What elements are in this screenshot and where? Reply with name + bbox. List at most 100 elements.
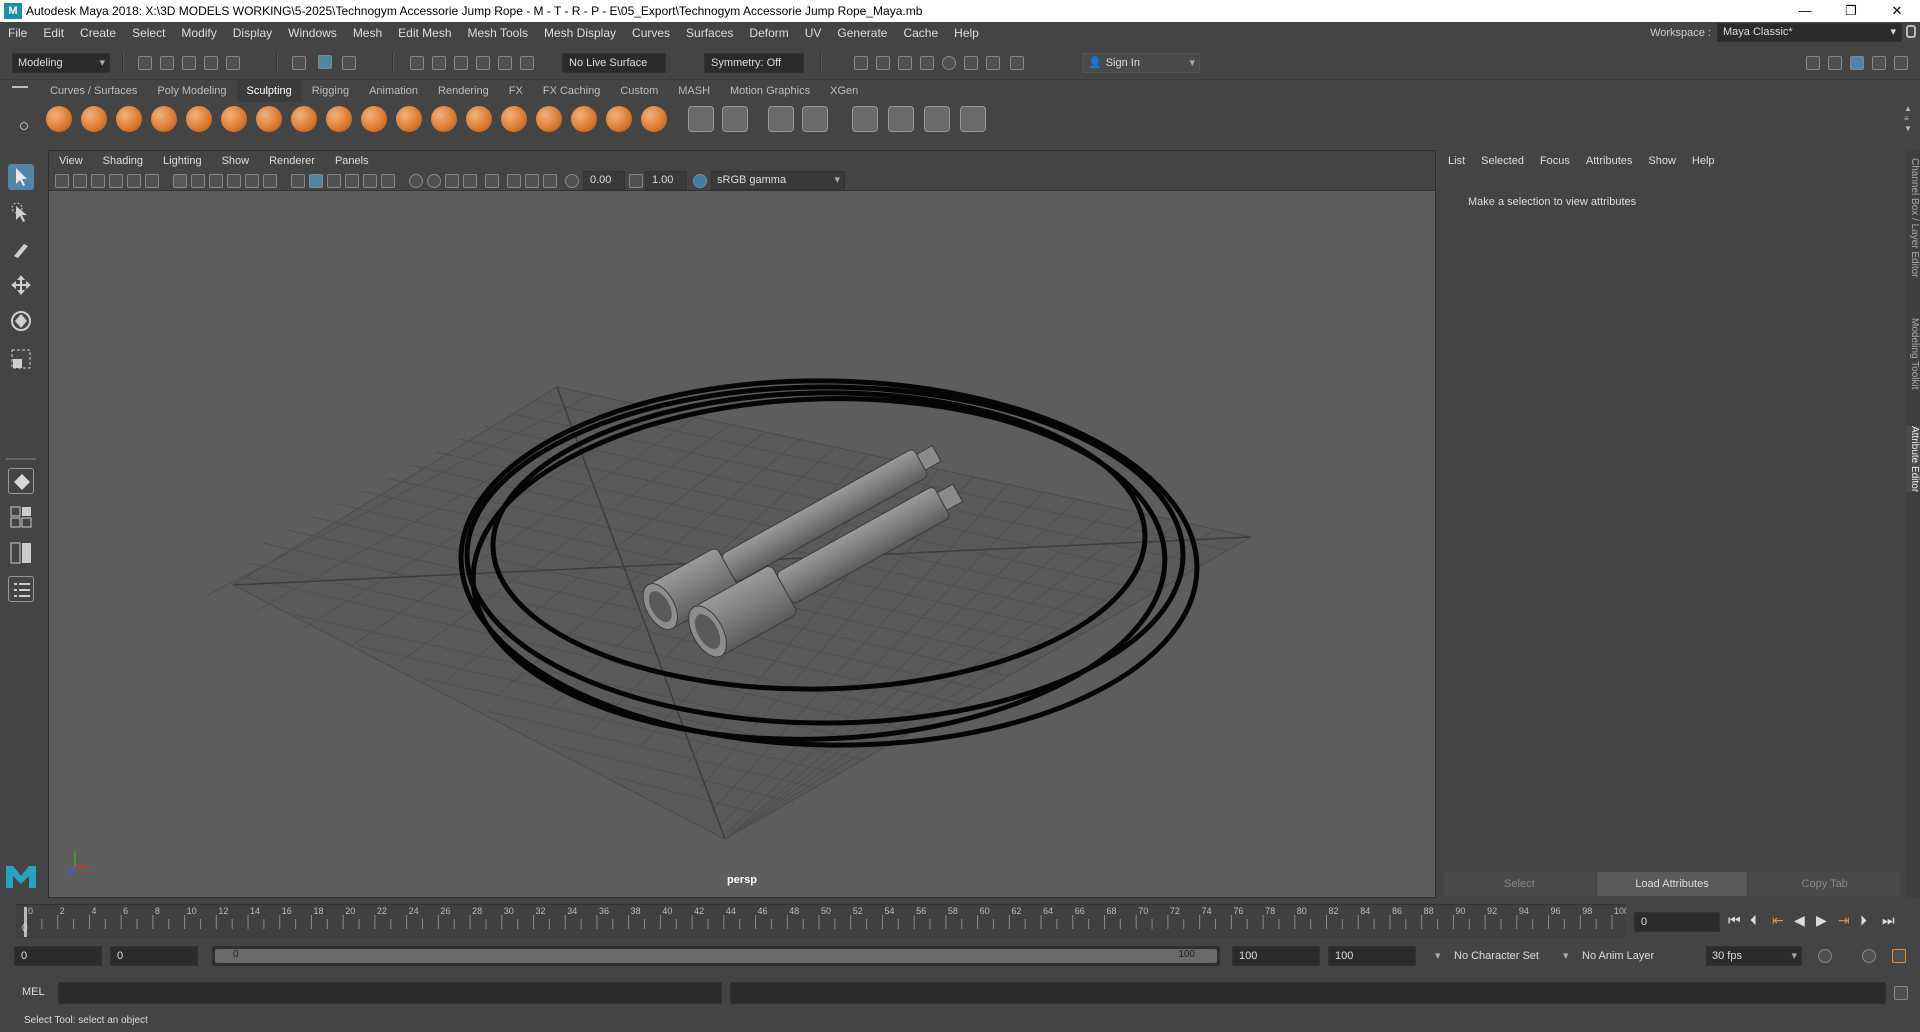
snap-point-icon[interactable] <box>454 56 468 70</box>
smooth-tool-icon[interactable] <box>81 106 107 132</box>
shelf-menu-icon[interactable] <box>12 86 28 88</box>
paint-select-tool-button[interactable] <box>8 236 34 262</box>
viewport-menu-show[interactable]: Show <box>212 155 260 167</box>
exposure-field[interactable]: 0.00 <box>583 171 625 190</box>
spray-tool-icon[interactable] <box>291 106 317 132</box>
xray-joints-icon[interactable] <box>543 174 557 188</box>
menu-edit-mesh[interactable]: Edit Mesh <box>390 26 459 40</box>
anti-aliasing-icon[interactable] <box>445 174 459 188</box>
shelf-tab-rendering[interactable]: Rendering <box>428 80 499 102</box>
snap-curve-icon[interactable] <box>432 56 446 70</box>
smooth-shade-all-icon[interactable] <box>309 174 323 188</box>
menu-mesh-display[interactable]: Mesh Display <box>536 26 624 40</box>
fill-tool-icon[interactable] <box>466 106 492 132</box>
outliner-button[interactable] <box>8 576 34 602</box>
imprint-tool-icon[interactable] <box>361 106 387 132</box>
shelf-scroll-arrows-icon[interactable]: ▲ ≡ ▼ <box>1904 104 1912 134</box>
anim-layer-dropdown[interactable]: ▾ No Anim Layer <box>1562 946 1678 966</box>
scale-tool-button[interactable] <box>8 346 34 372</box>
smear-tool-icon[interactable] <box>536 106 562 132</box>
amplify-tool-icon[interactable] <box>606 106 632 132</box>
shelf-tab-xgen[interactable]: XGen <box>820 80 868 102</box>
loop-playback-icon[interactable] <box>1818 949 1832 963</box>
menuset-dropdown[interactable]: Modeling ▾ <box>12 53 110 73</box>
grease-pencil-icon[interactable] <box>145 174 159 188</box>
current-frame-field[interactable]: 0 <box>1634 912 1720 932</box>
hypershade-icon[interactable] <box>920 56 934 70</box>
viewport-canvas[interactable]: persp <box>49 191 1435 897</box>
shadows-icon[interactable] <box>381 174 395 188</box>
shelf-tab-mash[interactable]: MASH <box>668 80 720 102</box>
menu-deform[interactable]: Deform <box>741 26 796 40</box>
tool-settings-icon[interactable] <box>1850 56 1864 70</box>
repeat-tool-icon[interactable] <box>326 106 352 132</box>
menu-help[interactable]: Help <box>946 26 987 40</box>
light-editor-icon[interactable] <box>986 56 1000 70</box>
viewport-menu-lighting[interactable]: Lighting <box>153 155 212 167</box>
channel-box-icon[interactable] <box>1872 56 1886 70</box>
attr-menu-attributes[interactable]: Attributes <box>1578 155 1640 167</box>
knife-tool-icon[interactable] <box>501 106 527 132</box>
ipr-render-icon[interactable] <box>876 56 890 70</box>
save-scene-icon[interactable] <box>182 56 196 70</box>
persp-outliner-layout-button[interactable] <box>8 540 34 566</box>
flatten-tool-icon[interactable] <box>221 106 247 132</box>
safe-action-icon[interactable] <box>263 174 277 188</box>
snap-surface-icon[interactable] <box>520 56 534 70</box>
gamma-field[interactable]: 1.00 <box>645 171 687 190</box>
select-tool-button[interactable] <box>8 164 34 190</box>
viewport-menu-shading[interactable]: Shading <box>93 155 153 167</box>
viewport-menu-view[interactable]: View <box>49 155 93 167</box>
render-setup-icon[interactable] <box>964 56 978 70</box>
go-to-start-icon[interactable]: ⏮ <box>1728 912 1741 929</box>
redo-icon[interactable] <box>226 56 240 70</box>
camera-attributes-icon[interactable] <box>73 174 87 188</box>
shelf-tab-curves-surfaces[interactable]: Curves / Surfaces <box>40 80 147 102</box>
shelf-tab-sculpting[interactable]: Sculpting <box>236 80 302 102</box>
menu-cache[interactable]: Cache <box>895 26 946 40</box>
mask-eraser-icon[interactable] <box>960 106 986 132</box>
pose-editor-icon[interactable] <box>802 106 828 132</box>
workspace-dropdown[interactable]: Maya Classic* <box>1717 23 1902 42</box>
shelf-tab-fx-caching[interactable]: FX Caching <box>533 80 610 102</box>
wireframe-icon[interactable] <box>291 174 305 188</box>
ambient-occlusion-icon[interactable] <box>409 174 423 188</box>
shelf-tab-poly-modeling[interactable]: Poly Modeling <box>147 80 236 102</box>
animation-preferences-icon[interactable] <box>1892 949 1906 963</box>
shelf-tab-animation[interactable]: Animation <box>359 80 428 102</box>
soft-modification-icon[interactable] <box>924 106 950 132</box>
bulge-tool-icon[interactable] <box>571 106 597 132</box>
side-tab-modeling-toolkit[interactable]: Modeling Toolkit <box>1906 318 1920 390</box>
menu-mesh[interactable]: Mesh <box>345 26 390 40</box>
layer-editor-icon[interactable] <box>1894 56 1908 70</box>
side-tab-channel-box[interactable]: Channel Box / Layer Editor <box>1906 158 1920 278</box>
select-hierarchy-icon[interactable] <box>292 56 306 70</box>
shelf-tab-motion-graphics[interactable]: Motion Graphics <box>720 80 820 102</box>
menu-create[interactable]: Create <box>72 26 124 40</box>
select-component-icon[interactable] <box>342 56 356 70</box>
command-language-label[interactable]: MEL <box>22 986 45 998</box>
script-editor-icon[interactable] <box>1894 986 1908 1000</box>
xray-icon[interactable] <box>507 174 521 188</box>
wax-tool-icon[interactable] <box>396 106 422 132</box>
new-scene-icon[interactable] <box>138 56 152 70</box>
scene-start-field[interactable]: 0 <box>14 946 102 966</box>
viewport-menu-renderer[interactable]: Renderer <box>259 155 325 167</box>
camera-select-icon[interactable] <box>55 174 69 188</box>
menu-generate[interactable]: Generate <box>829 26 895 40</box>
shelf-settings-icon[interactable] <box>20 122 28 130</box>
menu-uv[interactable]: UV <box>797 26 830 40</box>
sculpt-geometry-icon[interactable] <box>852 106 878 132</box>
select-button[interactable]: Select <box>1444 872 1595 896</box>
close-button[interactable]: ✕ <box>1874 0 1920 22</box>
auto-key-icon[interactable] <box>1862 949 1876 963</box>
four-view-layout-button[interactable] <box>8 504 34 530</box>
rotate-tool-button[interactable] <box>8 308 34 334</box>
bookmark-icon[interactable] <box>91 174 105 188</box>
undo-icon[interactable] <box>204 56 218 70</box>
playback-start-field[interactable]: 0 <box>110 946 198 966</box>
render-current-frame-icon[interactable] <box>854 56 868 70</box>
lasso-tool-button[interactable] <box>8 200 34 226</box>
pinch-tool-icon[interactable] <box>186 106 212 132</box>
resolution-gate-icon[interactable] <box>209 174 223 188</box>
